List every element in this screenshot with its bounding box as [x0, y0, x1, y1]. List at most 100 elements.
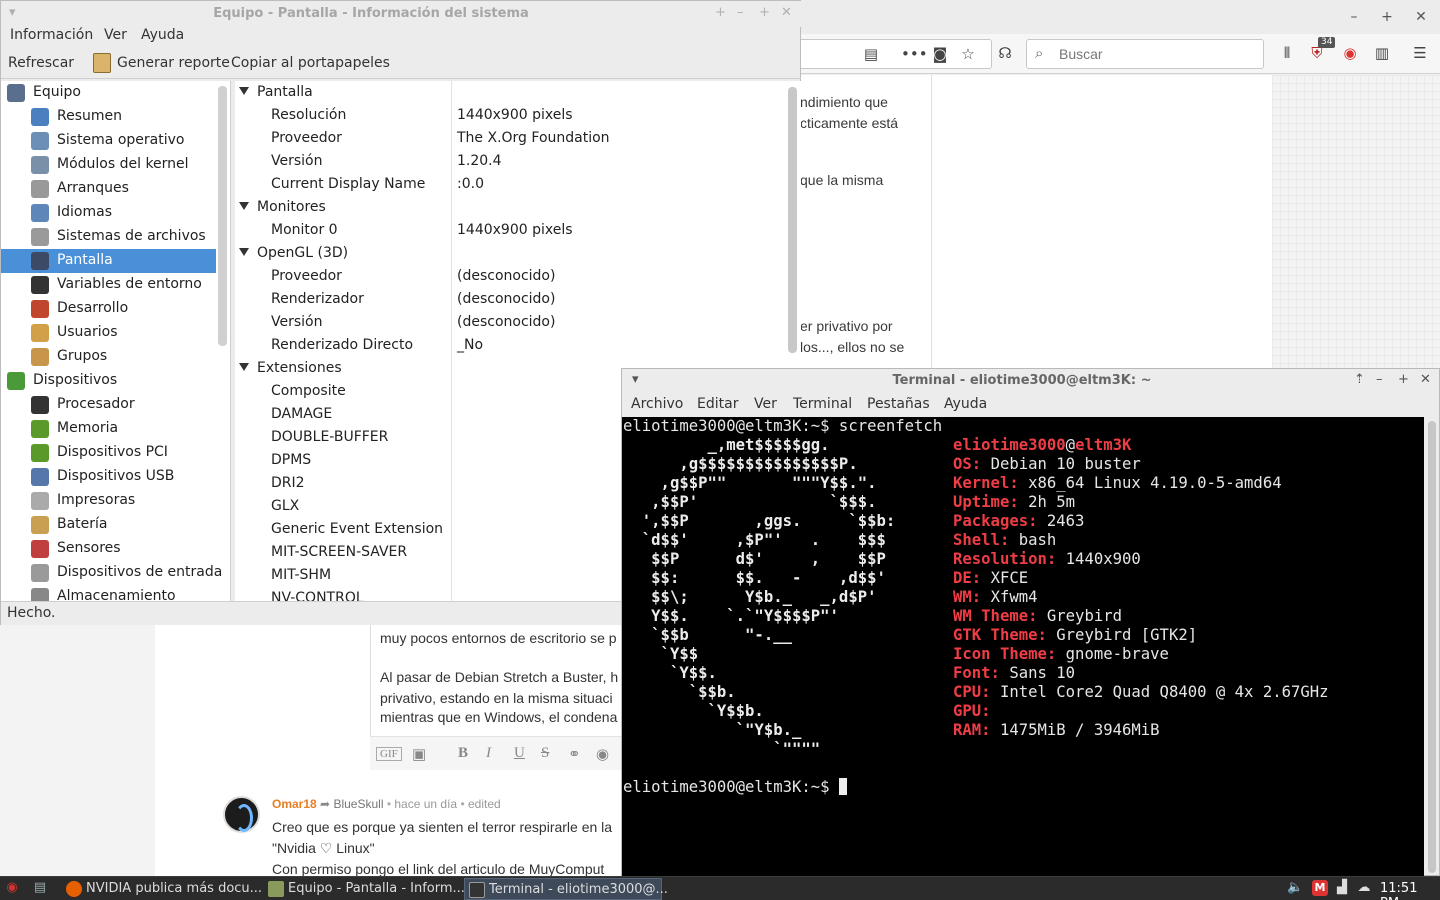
tree-item[interactable]: Almacenamiento	[1, 585, 216, 601]
close-icon[interactable]: ✕	[781, 5, 792, 20]
menu-ayuda[interactable]: Ayuda	[944, 396, 987, 412]
move-up-icon[interactable]: ⇡	[1354, 372, 1365, 387]
debian-menu-icon[interactable]: ◉	[4, 880, 20, 896]
tree-item[interactable]: Dispositivos de entrada	[1, 561, 222, 585]
tree-scrollbar[interactable]	[218, 86, 227, 346]
category-icon	[31, 420, 49, 438]
tree-item[interactable]: Sistemas de archivos	[1, 225, 216, 249]
strikethrough-icon[interactable]: S	[541, 745, 549, 762]
refresh-button[interactable]: Refrescar	[8, 55, 74, 71]
info-row: GTK Theme: Greybird [GTK2]	[953, 626, 1197, 645]
menu-editar[interactable]: Editar	[697, 396, 738, 412]
terminal-screen[interactable]: eliotime3000@eltm3K:~$ screenfetch _,met…	[622, 417, 1424, 876]
tree-item[interactable]: Dispositivos PCI	[1, 441, 216, 465]
maximize-icon[interactable]: +	[759, 5, 770, 20]
copy-button[interactable]: Copiar al portapapeles	[231, 55, 390, 71]
mail-icon[interactable]: M	[1312, 880, 1328, 896]
move-up-icon[interactable]: +	[715, 5, 726, 20]
tree-item[interactable]: Pantalla	[1, 249, 216, 273]
comment-reply-to[interactable]: BlueSkull	[333, 797, 383, 811]
tree-item[interactable]: Módulos del kernel	[1, 153, 216, 177]
underline-icon[interactable]: U	[514, 745, 525, 762]
task-terminal[interactable]: Terminal - eliotime3000@...	[464, 878, 668, 900]
tree-item[interactable]: Sensores	[1, 537, 216, 561]
tree-item[interactable]: Grupos	[1, 345, 216, 369]
tree-item[interactable]: Dispositivos USB	[1, 465, 216, 489]
tree-item[interactable]: Memoria	[1, 417, 216, 441]
reader-view-icon[interactable]: ▤	[861, 44, 881, 64]
tree-item[interactable]: Batería	[1, 513, 216, 537]
link-icon[interactable]: ⚭	[568, 745, 581, 764]
tree-item[interactable]: Idiomas	[1, 201, 216, 225]
expander-icon[interactable]	[239, 87, 249, 95]
volume-icon[interactable]: 🔈	[1287, 880, 1303, 896]
report-icon[interactable]	[93, 53, 111, 73]
tree-item[interactable]: Sistema operativo	[1, 129, 216, 153]
menu-icon[interactable]: ☰	[1410, 43, 1430, 63]
url-bar[interactable]: ▤ ••• ◙ ☆	[800, 39, 992, 69]
tree-item[interactable]: Equipo	[1, 81, 216, 105]
tree-item[interactable]: Procesador	[1, 393, 216, 417]
bookmark-star-icon[interactable]: ☆	[958, 44, 978, 64]
terminal-titlebar[interactable]: ▾ Terminal - eliotime3000@eltm3K: ~ ⇡ – …	[622, 369, 1440, 393]
tree-item[interactable]: Dispositivos	[1, 369, 216, 393]
expander-icon[interactable]	[239, 202, 249, 210]
menu-ayuda[interactable]: Ayuda	[141, 27, 184, 43]
pocket-icon[interactable]: ◙	[930, 44, 950, 64]
menu-terminal[interactable]: Terminal	[793, 396, 852, 412]
expander-icon[interactable]	[239, 248, 249, 256]
detail-value: (desconocido)	[457, 291, 556, 307]
tree-item[interactable]: Resumen	[1, 105, 216, 129]
rss-icon[interactable]: ☊	[995, 43, 1015, 63]
comment-author[interactable]: Omar18	[272, 797, 317, 811]
weather-icon[interactable]: ☁	[1356, 880, 1372, 896]
extension-icon[interactable]: ◉	[1340, 43, 1360, 63]
task-firefox[interactable]: NVIDIA publica más docu...	[62, 878, 262, 900]
menu-informacion[interactable]: Información	[10, 27, 93, 43]
tree-item[interactable]: Impresoras	[1, 489, 216, 513]
minimize-icon[interactable]: –	[1345, 8, 1363, 26]
menu-ver[interactable]: Ver	[754, 396, 777, 412]
library-icon[interactable]: ⫴	[1277, 43, 1297, 63]
spoiler-icon[interactable]: ◉	[596, 745, 609, 764]
tree-item[interactable]: Desarrollo	[1, 297, 216, 321]
info-key: GPU:	[953, 702, 991, 720]
info-value: 1440x900	[1065, 550, 1141, 568]
menu-pestanas[interactable]: Pestañas	[867, 396, 930, 412]
window-menu-icon[interactable]: ▾	[632, 372, 639, 387]
category-tree[interactable]: Equipo Resumen Sistema operativo Módulos de…	[1, 81, 231, 601]
detail-key: GLX	[271, 498, 300, 514]
page-actions-icon[interactable]: •••	[901, 44, 928, 64]
menu-archivo[interactable]: Archivo	[631, 396, 683, 412]
maximize-icon[interactable]: +	[1378, 8, 1396, 26]
menu-ver[interactable]: Ver	[104, 27, 127, 43]
expander-icon[interactable]	[239, 363, 249, 371]
reply-arrow-icon: ➦	[320, 797, 331, 811]
close-icon[interactable]: ✕	[1412, 8, 1430, 26]
gif-icon[interactable]: GIF	[376, 747, 402, 761]
search-input[interactable]: ⌕ Buscar	[1026, 39, 1264, 69]
sysinfo-titlebar[interactable]: ▾ Equipo - Pantalla - Información del si…	[1, 1, 801, 27]
sidebar-icon[interactable]: ▥	[1372, 43, 1392, 63]
avatar[interactable]	[223, 796, 260, 833]
maximize-icon[interactable]: +	[1398, 372, 1409, 387]
detail-key: NV-CONTROL	[271, 590, 364, 601]
bold-icon[interactable]: B	[458, 745, 468, 762]
italic-icon[interactable]: I	[486, 745, 491, 762]
minimize-icon[interactable]: –	[737, 5, 744, 20]
image-icon[interactable]: ▣	[412, 745, 426, 764]
network-icon[interactable]: ▟	[1334, 880, 1350, 896]
tree-item[interactable]: Arranques	[1, 177, 216, 201]
detail-key: Renderizador	[271, 291, 364, 307]
tree-item[interactable]: Usuarios	[1, 321, 216, 345]
terminal-scrollbar[interactable]	[1428, 421, 1436, 873]
close-icon[interactable]: ✕	[1420, 372, 1431, 387]
details-scrollbar[interactable]	[788, 87, 797, 353]
minimize-icon[interactable]: –	[1376, 372, 1383, 387]
tree-item[interactable]: Variables de entorno	[1, 273, 216, 297]
report-button[interactable]: Generar reporte	[117, 55, 230, 71]
desktop-icon[interactable]: ▤	[32, 880, 48, 896]
task-sysinfo[interactable]: Equipo - Pantalla - Inform...	[264, 878, 465, 900]
comment-time[interactable]: hace un día	[394, 797, 457, 811]
clock[interactable]: 11:51 PM	[1380, 881, 1440, 900]
